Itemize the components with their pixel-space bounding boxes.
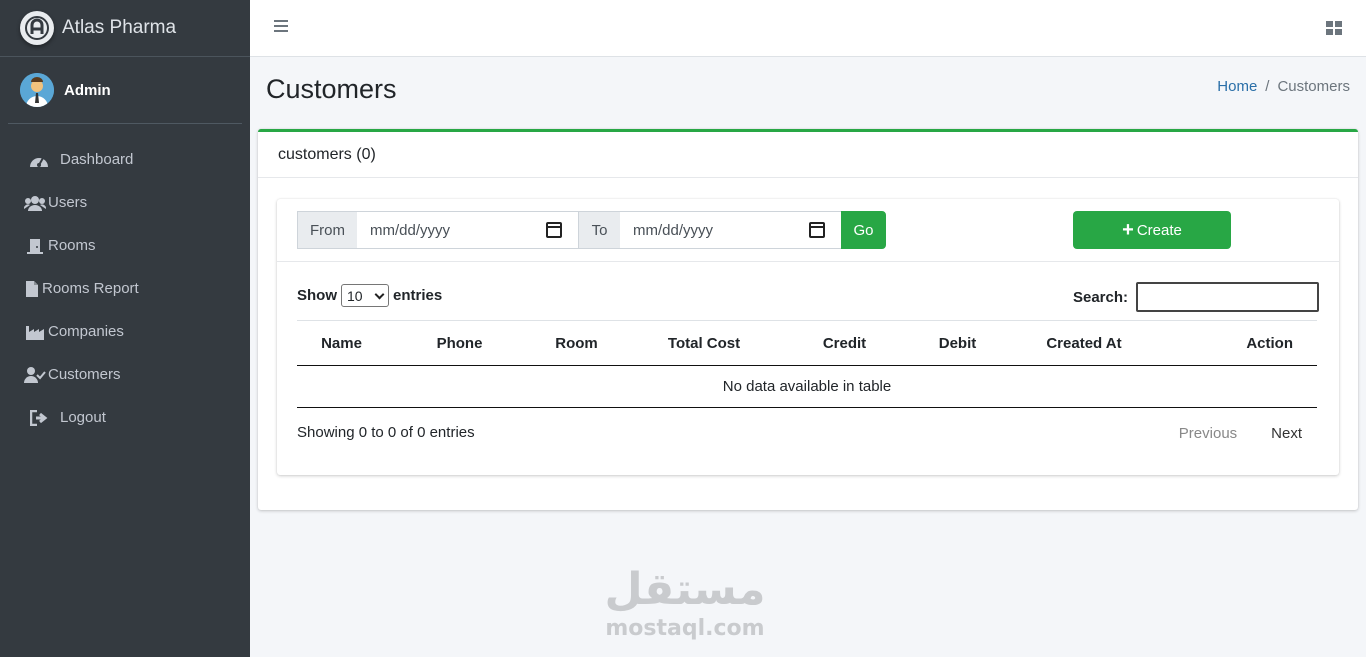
from-label: From bbox=[297, 211, 358, 249]
column-header-action[interactable]: Action bbox=[1154, 320, 1317, 366]
search-input[interactable] bbox=[1136, 282, 1319, 312]
sidebar-item-label: Dashboard bbox=[60, 151, 134, 168]
from-date-placeholder: mm/dd/yyyy bbox=[370, 221, 451, 239]
entries-label: entries bbox=[393, 287, 443, 304]
create-button[interactable]: + Create bbox=[1073, 211, 1231, 249]
users-icon bbox=[24, 194, 46, 212]
sidebar-item-label: Users bbox=[48, 194, 88, 211]
top-navbar bbox=[250, 0, 1366, 57]
sidebar-item-dashboard[interactable]: Dashboard bbox=[0, 138, 250, 181]
go-button[interactable]: Go bbox=[841, 211, 886, 249]
sidebar-item-logout[interactable]: Logout bbox=[0, 396, 250, 439]
sidebar-item-label: Companies bbox=[48, 323, 124, 340]
industry-icon bbox=[24, 323, 46, 341]
table-controls: Show 10 entries Search: bbox=[277, 262, 1339, 320]
user-check-icon bbox=[24, 366, 46, 384]
calendar-icon[interactable] bbox=[809, 222, 825, 238]
dashboard-icon bbox=[28, 151, 50, 169]
sidebar-item-label: Logout bbox=[60, 409, 106, 426]
breadcrumb-current: Customers bbox=[1277, 78, 1350, 95]
column-header-phone[interactable]: Phone bbox=[386, 320, 533, 366]
card-title: customers (0) bbox=[258, 132, 1358, 178]
create-button-label: Create bbox=[1136, 221, 1182, 239]
next-page-button[interactable]: Next bbox=[1254, 425, 1319, 442]
column-header-debit[interactable]: Debit bbox=[901, 320, 1014, 366]
calendar-icon[interactable] bbox=[546, 222, 562, 238]
empty-table-message: No data available in table bbox=[297, 365, 1317, 408]
previous-page-button[interactable]: Previous bbox=[1162, 425, 1254, 442]
sidebar-item-rooms[interactable]: Rooms bbox=[0, 224, 250, 267]
watermark-arabic: مستقل bbox=[604, 564, 766, 615]
date-filter-row: From mm/dd/yyyy To mm/dd/yyyy Go + Creat… bbox=[277, 199, 1339, 262]
column-header-credit[interactable]: Credit bbox=[788, 320, 901, 366]
sidebar-item-label: Rooms bbox=[48, 237, 96, 254]
menu-toggle-icon[interactable] bbox=[274, 20, 288, 34]
watermark-logo: مستقل mostaql.com bbox=[600, 565, 770, 643]
sidebar: Atlas Pharma Admin Dashboard Users Rooms… bbox=[0, 0, 250, 657]
breadcrumb-home-link[interactable]: Home bbox=[1217, 78, 1257, 95]
page-title: Customers bbox=[266, 74, 397, 104]
column-header-name[interactable]: Name bbox=[297, 320, 386, 366]
entries-select[interactable]: 10 bbox=[341, 284, 389, 307]
column-header-created-at[interactable]: Created At bbox=[1014, 320, 1154, 366]
door-icon bbox=[24, 237, 46, 255]
avatar bbox=[20, 73, 54, 107]
entries-select-value: 10 bbox=[347, 287, 363, 304]
table-search: Search: bbox=[1073, 282, 1319, 312]
entries-length-control: Show 10 entries bbox=[297, 284, 442, 307]
brand-logo-icon bbox=[20, 11, 54, 45]
customers-table: Name Phone Room Total Cost Credit Debit … bbox=[297, 320, 1317, 408]
from-date-input[interactable]: mm/dd/yyyy bbox=[357, 211, 579, 249]
sign-out-icon bbox=[28, 409, 50, 427]
apps-grid-icon[interactable] bbox=[1326, 21, 1342, 35]
to-label: To bbox=[578, 211, 621, 249]
brand-name: Atlas Pharma bbox=[62, 17, 177, 38]
user-name: Admin bbox=[64, 81, 111, 99]
column-header-room[interactable]: Room bbox=[533, 320, 620, 366]
customers-card: customers (0) From mm/dd/yyyy To mm/dd/y… bbox=[258, 129, 1358, 510]
sidebar-item-users[interactable]: Users bbox=[0, 181, 250, 224]
watermark-latin: mostaql.com bbox=[605, 616, 765, 641]
chevron-down-icon bbox=[374, 289, 385, 300]
sidebar-item-companies[interactable]: Companies bbox=[0, 310, 250, 353]
sidebar-item-label: Customers bbox=[48, 366, 121, 383]
sidebar-nav: Dashboard Users Rooms Rooms Report Compa… bbox=[0, 138, 250, 439]
table-row: No data available in table bbox=[297, 365, 1317, 408]
search-label: Search: bbox=[1072, 288, 1128, 306]
to-date-placeholder: mm/dd/yyyy bbox=[633, 221, 714, 239]
column-header-total-cost[interactable]: Total Cost bbox=[620, 320, 788, 366]
breadcrumb-separator: / bbox=[1265, 78, 1270, 95]
show-label: Show bbox=[297, 287, 337, 304]
user-panel[interactable]: Admin bbox=[8, 57, 242, 124]
sidebar-item-label: Rooms Report bbox=[42, 280, 139, 297]
file-icon bbox=[24, 280, 40, 298]
table-info: Showing 0 to 0 of 0 entries bbox=[297, 424, 475, 441]
customers-table-panel: From mm/dd/yyyy To mm/dd/yyyy Go + Creat… bbox=[277, 199, 1339, 475]
plus-icon: + bbox=[1122, 219, 1134, 241]
pagination: Previous Next bbox=[1162, 425, 1319, 442]
sidebar-item-customers[interactable]: Customers bbox=[0, 353, 250, 396]
brand-link[interactable]: Atlas Pharma bbox=[0, 0, 250, 57]
breadcrumb: Home / Customers bbox=[1217, 78, 1350, 95]
table-header-row: Name Phone Room Total Cost Credit Debit … bbox=[297, 320, 1317, 366]
to-date-input[interactable]: mm/dd/yyyy bbox=[620, 211, 842, 249]
sidebar-item-rooms-report[interactable]: Rooms Report bbox=[0, 267, 250, 310]
